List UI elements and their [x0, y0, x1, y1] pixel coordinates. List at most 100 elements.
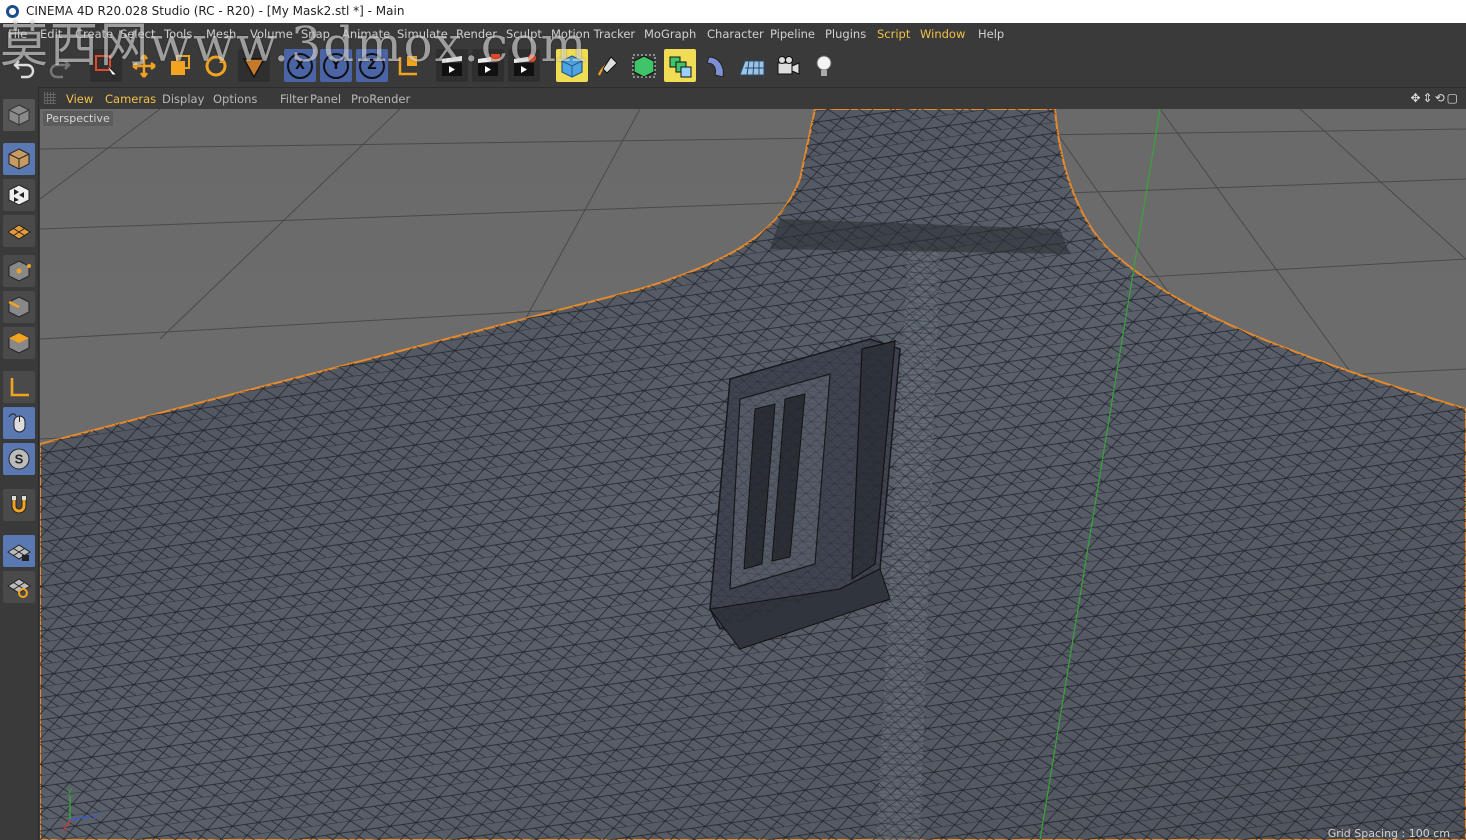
menu-character[interactable]: Character	[707, 27, 764, 41]
mask-emblem[interactable]	[709, 338, 901, 650]
y-axis-lock-button[interactable]: Y	[320, 49, 352, 82]
viewport-menu-cameras[interactable]: Cameras	[105, 92, 156, 106]
light-bulb-icon	[816, 55, 832, 76]
grid-spacing-label: Grid Spacing : 100 cm	[1327, 827, 1450, 840]
camera-icon	[777, 55, 800, 75]
edges-mode-button[interactable]	[3, 291, 35, 323]
array-icon	[669, 56, 692, 77]
magnet-icon	[11, 495, 27, 514]
snap-toggle-button[interactable]	[3, 489, 35, 521]
polygons-mode-icon	[8, 332, 30, 354]
axis-y-label: y	[67, 786, 73, 796]
array-object-button[interactable]	[664, 49, 696, 82]
viewport-menu-filter[interactable]: Filter	[280, 92, 308, 106]
tweak-mode-button[interactable]	[3, 407, 35, 439]
menu-volume[interactable]: Volume	[250, 27, 293, 41]
recent-tools-button[interactable]	[238, 49, 270, 82]
floor-grid-icon	[739, 60, 765, 75]
polygon-icon	[242, 57, 266, 78]
viewport-menu-view[interactable]: View	[66, 92, 93, 106]
model-mode-button[interactable]	[3, 143, 35, 175]
undo-button[interactable]	[8, 49, 40, 82]
viewport-menu-bar: ✥⇕⟲▢ View Cameras Display Options Filter Pane…	[39, 88, 1466, 109]
rotate-tool-button[interactable]	[200, 49, 232, 82]
model-mode-icon	[8, 148, 30, 170]
clapper-icon	[442, 55, 462, 76]
move-tool-button[interactable]	[128, 49, 160, 82]
texture-mode-button[interactable]	[3, 179, 35, 211]
deformer-button[interactable]	[700, 49, 732, 82]
camera-object-button[interactable]	[772, 49, 804, 82]
menu-mograph[interactable]: MoGraph	[644, 27, 696, 41]
axis-mode-button[interactable]	[3, 371, 35, 403]
pen-spline-button[interactable]	[592, 49, 624, 82]
viewport-menu-panel[interactable]: Panel	[310, 92, 341, 106]
viewport-menu-prorender[interactable]: ProRender	[351, 92, 410, 106]
workplane-lock-button[interactable]	[3, 535, 35, 567]
menu-snap[interactable]: Snap	[301, 27, 330, 41]
main-toolbar: X Y Z	[0, 45, 1466, 88]
light-object-button[interactable]	[808, 49, 840, 82]
render-settings-button[interactable]	[508, 49, 540, 82]
menu-create[interactable]: Create	[75, 27, 113, 41]
scale-icon	[171, 54, 190, 75]
axis-mode-icon	[10, 378, 29, 397]
menu-bar: File Edit Create Select Tools Mesh Volume Snap A…	[0, 23, 1466, 45]
subdivision-surface-button[interactable]	[628, 49, 660, 82]
axis-x-label: x	[62, 824, 68, 832]
menu-simulate[interactable]: Simulate	[397, 27, 448, 41]
menu-file[interactable]: File	[8, 27, 27, 41]
clapper-settings-icon	[514, 53, 536, 76]
menu-script[interactable]: Script	[877, 27, 910, 41]
workplane-icon	[7, 224, 31, 240]
undo-icon	[13, 59, 35, 78]
bend-deformer-icon	[706, 55, 724, 78]
menu-motion-tracker[interactable]: Motion Tracker	[551, 27, 635, 41]
scene-canvas[interactable]	[40, 109, 1466, 840]
menu-edit[interactable]: Edit	[40, 27, 62, 41]
axis-z-label: z	[93, 812, 98, 822]
menu-tools[interactable]: Tools	[164, 27, 192, 41]
redo-button[interactable]	[44, 49, 76, 82]
menu-mesh[interactable]: Mesh	[206, 27, 236, 41]
texture-mode-icon	[8, 184, 30, 206]
menu-sculpt[interactable]: Sculpt	[506, 27, 542, 41]
menu-help[interactable]: Help	[978, 27, 1004, 41]
viewport-menu-display[interactable]: Display	[162, 92, 204, 106]
cube-object-button[interactable]	[556, 49, 588, 82]
coordinate-system-button[interactable]	[392, 49, 424, 82]
floor-object-button[interactable]	[736, 49, 768, 82]
redo-icon	[49, 59, 71, 78]
menu-plugins[interactable]: Plugins	[825, 27, 866, 41]
editable-object-icon	[8, 104, 30, 126]
menu-window[interactable]: Window	[920, 27, 965, 41]
viewport-navigation-icons[interactable]: ✥⇕⟲▢	[1410, 91, 1460, 105]
render-to-picture-viewer-button[interactable]	[472, 49, 504, 82]
menu-select[interactable]: Select	[120, 27, 155, 41]
workplane-align-button[interactable]	[3, 571, 35, 603]
menu-animate[interactable]: Animate	[342, 27, 390, 41]
menu-render[interactable]: Render	[456, 27, 497, 41]
cube-icon	[561, 54, 583, 78]
x-axis-lock-button[interactable]: X	[284, 49, 316, 82]
solo-mode-button[interactable]: S	[3, 443, 35, 475]
z-axis-lock-button[interactable]: Z	[356, 49, 388, 82]
render-view-button[interactable]	[436, 49, 468, 82]
edges-mode-icon	[8, 296, 30, 318]
window-title: CINEMA 4D R20.028 Studio (RC - R20) - [M…	[26, 4, 405, 18]
grid-lock-icon	[7, 544, 31, 561]
points-mode-button[interactable]	[3, 255, 35, 287]
mouse-icon	[8, 413, 26, 433]
axis-gizmo: y z x	[62, 786, 98, 832]
perspective-viewport[interactable]: Perspective y z x Grid Spacing : 100 cm	[40, 109, 1466, 840]
polygons-mode-button[interactable]	[3, 327, 35, 359]
subdivision-icon	[632, 54, 656, 78]
panel-grip-icon[interactable]	[44, 92, 56, 104]
live-selection-button[interactable]	[90, 49, 122, 82]
viewport-menu-options[interactable]: Options	[213, 92, 257, 106]
points-mode-icon	[8, 260, 31, 282]
make-editable-button[interactable]	[3, 99, 35, 131]
scale-tool-button[interactable]	[164, 49, 196, 82]
workplane-mode-button[interactable]	[3, 215, 35, 247]
menu-pipeline[interactable]: Pipeline	[770, 27, 815, 41]
